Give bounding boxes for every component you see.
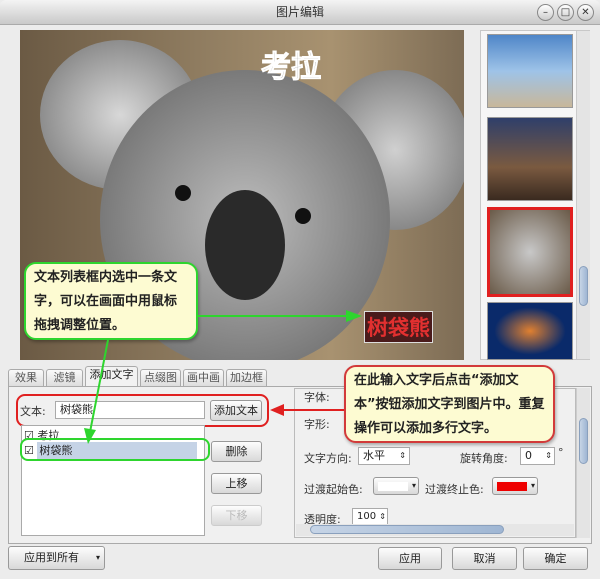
ok-button[interactable]: 确定 [523,547,588,570]
green-arrow-line [89,339,109,433]
green-arrow-head [346,310,362,322]
green-arrow-head [84,428,96,444]
apply-button[interactable]: 应用 [378,547,442,570]
annotation-arrows [84,310,362,444]
cancel-button[interactable]: 取消 [452,547,517,570]
chevron-down-icon: ▾ [95,553,100,562]
apply-to-all-dropdown[interactable]: 应用到所有 ▾ [8,546,105,570]
red-arrow-head [270,404,284,416]
